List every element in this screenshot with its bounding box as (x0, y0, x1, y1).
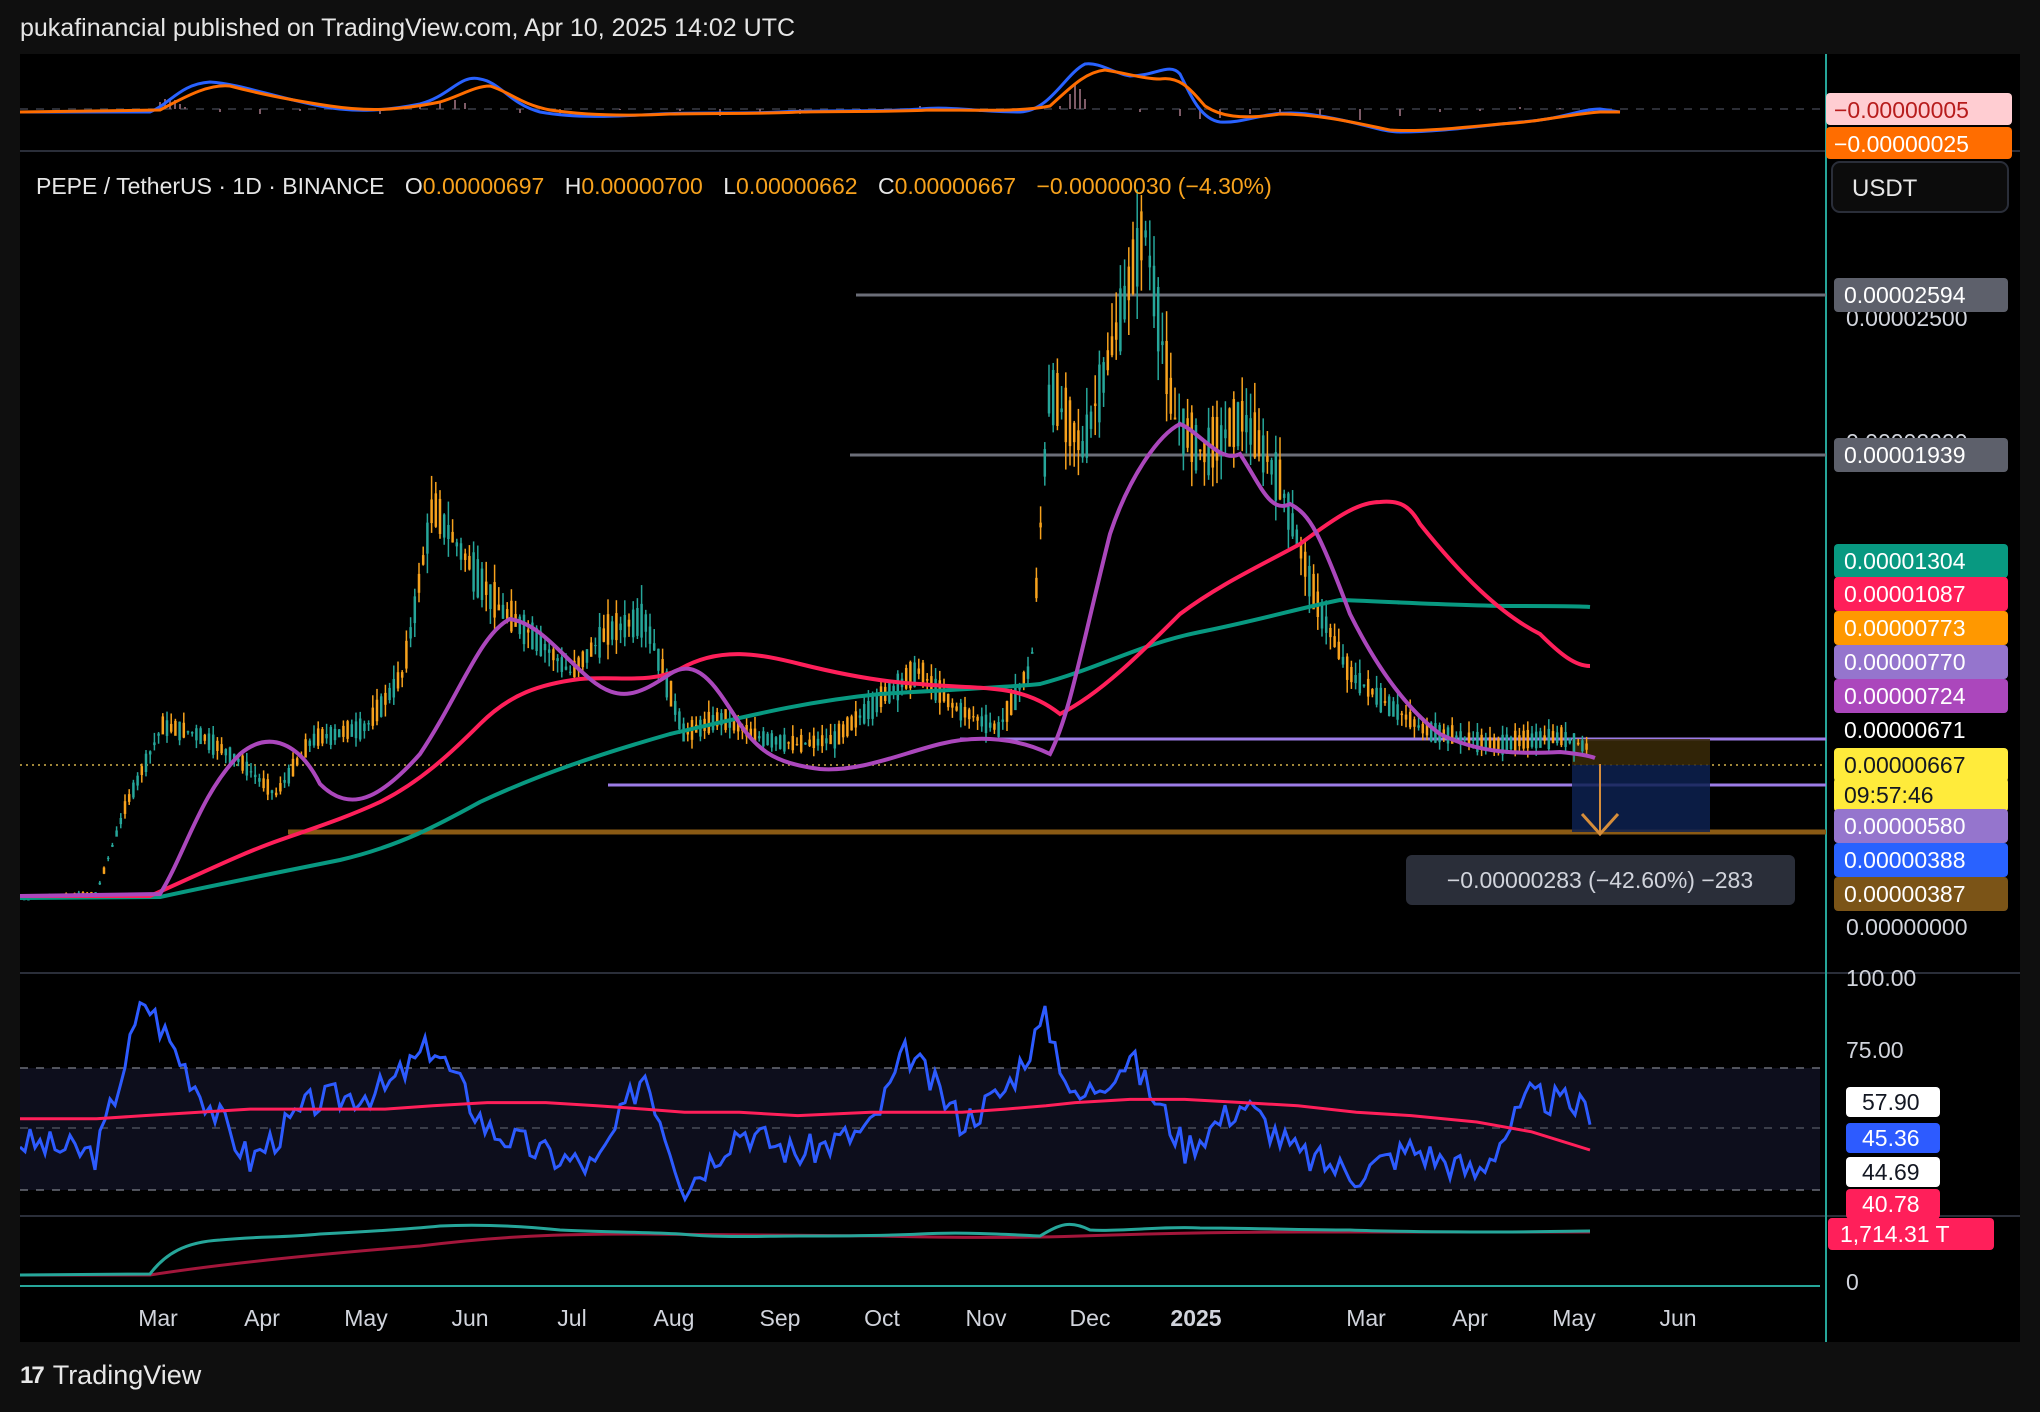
symbol-name: PEPE / TetherUS · 1D · BINANCE (36, 173, 385, 199)
price-label: 0.00002594 (1844, 282, 1966, 308)
time-axis-label: Apr (1452, 1305, 1488, 1331)
currency-button[interactable]: USDT (1831, 161, 2009, 213)
price-label: 0.00001304 (1844, 548, 1966, 574)
price-label: 0.00000671 (1844, 717, 1966, 743)
close-value: 0.00000667 (895, 173, 1017, 199)
price-pane[interactable] (20, 189, 1826, 901)
open-value: 0.00000697 (423, 173, 545, 199)
chart-frame[interactable]: 0.000025000.000020000.000000000.00002594… (20, 54, 2020, 1342)
time-axis-label: Nov (966, 1305, 1007, 1331)
price-label: 0.00001939 (1844, 442, 1966, 468)
ma-200-line (20, 597, 1591, 900)
time-axis-label: Mar (138, 1305, 178, 1331)
projection-box-risk[interactable] (1572, 739, 1710, 765)
time-axis-label: Aug (654, 1305, 695, 1331)
price-label: 0.00000724 (1844, 683, 1966, 709)
signal-line (20, 68, 1620, 133)
time-axis-label: Sep (760, 1305, 801, 1331)
high-value: 0.00000700 (581, 173, 703, 199)
time-axis-label: May (344, 1305, 388, 1331)
tradingview-logo-icon: 17 (20, 1361, 45, 1389)
currency-label[interactable]: USDT (1852, 175, 1918, 202)
rsi-tick: 100.00 (1846, 965, 1916, 991)
price-tick: 0.00000000 (1846, 914, 1968, 940)
high-label: H (565, 173, 582, 199)
change-value: −0.00000030 (−4.30%) (1036, 173, 1271, 199)
footer-brand[interactable]: 17 TradingView (20, 1360, 201, 1391)
rsi-label: 40.78 (1862, 1191, 1920, 1217)
time-axis-label: Dec (1070, 1305, 1111, 1331)
price-label: 0.00000773 (1844, 615, 1966, 641)
macd-histogram (159, 84, 1601, 120)
macd-line (20, 62, 1621, 134)
rsi-tick: 75.00 (1846, 1037, 1904, 1063)
time-axis-label: 2025 (1170, 1305, 1221, 1331)
price-label: 0.00000770 (1844, 649, 1966, 675)
symbol-legend: PEPE / TetherUS · 1D · BINANCE O0.000006… (36, 173, 1272, 199)
projection-box-target[interactable] (1572, 765, 1710, 832)
price-label: 0.00000387 (1844, 881, 1966, 907)
brand-name: TradingView (52, 1360, 202, 1390)
price-label: 0.00000667 (1844, 752, 1966, 778)
ma-50-line (20, 421, 1596, 898)
time-axis-label: Apr (244, 1305, 280, 1331)
ma-100-line (20, 499, 1591, 898)
time-axis-label: Jun (451, 1305, 488, 1331)
time-axis-label: Jun (1659, 1305, 1696, 1331)
measure-label: −0.00000283 (−42.60%) −283 (1447, 867, 1753, 893)
price-label: 0.00000388 (1844, 847, 1966, 873)
macd-label: −0.00000005 (1834, 97, 1969, 123)
obv-pane[interactable] (20, 1222, 1591, 1277)
rsi-band (20, 1068, 1820, 1190)
open-label: O (405, 173, 423, 199)
time-axis-label: Mar (1346, 1305, 1386, 1331)
rsi-label: 57.90 (1862, 1089, 1920, 1115)
macd-label: −0.00000025 (1834, 131, 1969, 157)
volume-label: 1,714.31 T (1840, 1221, 1950, 1247)
time-axis-label: Jul (557, 1305, 586, 1331)
time-axis[interactable]: Mar Apr May Jun Jul Aug Sep Oct Nov Dec 2025 Mar Apr… (138, 1305, 1696, 1331)
rsi-pane[interactable] (20, 1000, 1820, 1203)
rsi-label: 44.69 (1862, 1159, 1920, 1185)
low-label: L (723, 173, 736, 199)
measure-tooltip: −0.00000283 (−42.60%) −283 (1406, 855, 1795, 905)
rsi-label: 45.36 (1862, 1125, 1920, 1151)
low-value: 0.00000662 (736, 173, 858, 199)
time-axis-label: Oct (864, 1305, 900, 1331)
volume-tick: 0 (1846, 1269, 1859, 1295)
close-label: C (878, 173, 895, 199)
macd-pane[interactable] (20, 62, 1820, 134)
price-label: 0.00000580 (1844, 813, 1966, 839)
chart-canvas[interactable]: 0.000025000.000020000.000000000.00002594… (20, 54, 2020, 1342)
publisher-header: pukafinancial published on TradingView.c… (20, 14, 796, 42)
time-axis-label: May (1552, 1305, 1596, 1331)
price-scale[interactable]: 0.000025000.000020000.000000000.00002594… (1826, 93, 2012, 1295)
price-label: 09:57:46 (1844, 782, 1934, 808)
price-label: 0.00001087 (1844, 581, 1966, 607)
